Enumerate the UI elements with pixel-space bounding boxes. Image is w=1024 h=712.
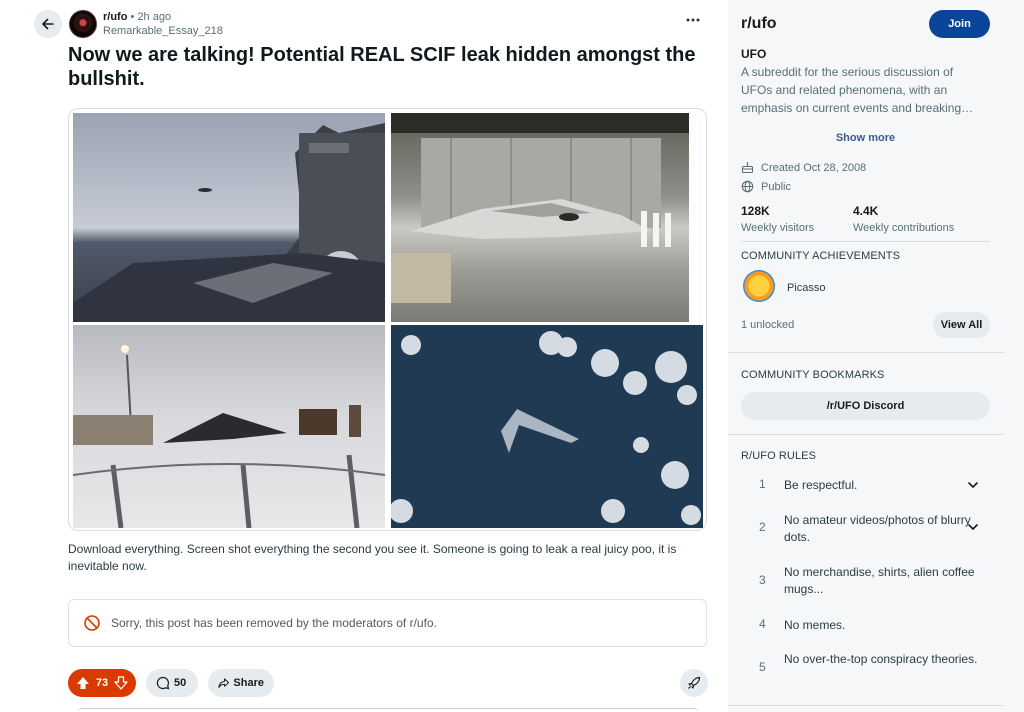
visibility-row: Public xyxy=(741,180,791,193)
post-meta: r/ufo • 2h ago xyxy=(103,11,171,23)
author-link[interactable]: Remarkable_Essay_218 xyxy=(103,25,223,37)
award-button[interactable] xyxy=(680,669,708,697)
created-date: Created Oct 28, 2008 xyxy=(761,161,867,174)
rule-item[interactable]: 2 No amateur videos/photos of blurry dot… xyxy=(741,512,990,546)
rocket-award-icon xyxy=(688,676,701,689)
show-more-button[interactable]: Show more xyxy=(741,132,990,144)
share-arrow-icon xyxy=(218,678,230,688)
post-title: Now we are talking! Potential REAL SCIF … xyxy=(68,44,696,90)
weekly-contributions-label: Weekly contributions xyxy=(853,222,955,234)
gallery-edge-strip xyxy=(689,113,703,322)
ban-icon xyxy=(84,615,100,631)
meta-separator: • xyxy=(130,11,135,23)
rule-item[interactable]: 1 Be respectful. xyxy=(741,477,990,495)
comment-box-edge xyxy=(78,708,698,712)
removed-notice-text: Sorry, this post has been removed by the… xyxy=(111,616,437,630)
rule-text: No over-the-top conspiracy theories. xyxy=(784,652,978,666)
unlocked-count: 1 unlocked xyxy=(741,319,795,331)
upvote-arrow-icon[interactable] xyxy=(76,676,90,690)
rule-number: 4 xyxy=(759,617,766,631)
post-time: 2h ago xyxy=(137,11,172,23)
gallery-image-carrier[interactable] xyxy=(73,113,385,322)
gallery-image-flightdeck[interactable] xyxy=(73,325,385,528)
downvote-arrow-icon[interactable] xyxy=(114,676,128,690)
sidebar-subreddit-name[interactable]: r/ufo xyxy=(741,15,777,33)
post-body: Download everything. Screen shot everyth… xyxy=(68,542,677,573)
chevron-down-icon[interactable] xyxy=(967,479,979,491)
weekly-visitors-label: Weekly visitors xyxy=(741,222,815,234)
gallery-image-ocean[interactable] xyxy=(391,325,703,528)
rule-text: No memes. xyxy=(784,618,846,632)
sidebar-divider xyxy=(741,241,990,242)
subreddit-avatar[interactable] xyxy=(69,10,97,38)
sidebar-divider xyxy=(728,705,1004,706)
rule-item[interactable]: 4 No memes. xyxy=(741,617,990,635)
vote-count: 73 xyxy=(95,677,109,689)
chevron-down-icon[interactable] xyxy=(967,521,979,533)
community-description: A subreddit for the serious discussion o… xyxy=(741,65,974,115)
created-date-row: Created Oct 28, 2008 xyxy=(741,161,866,174)
achievements-heading: COMMUNITY ACHIEVEMENTS xyxy=(741,250,901,262)
comment-bubble-icon xyxy=(156,676,170,690)
vote-button-group: 73 xyxy=(68,669,136,697)
share-label: Share xyxy=(233,677,264,689)
bookmarks-heading: COMMUNITY BOOKMARKS xyxy=(741,369,885,381)
weekly-contributions-value: 4.4K xyxy=(853,204,879,218)
rule-item[interactable]: 5 No over-the-top conspiracy theories. xyxy=(741,651,990,685)
comment-count: 50 xyxy=(174,677,187,689)
sidebar-divider xyxy=(728,352,1004,353)
rule-number: 5 xyxy=(759,660,766,674)
gallery-image-hangar[interactable] xyxy=(391,113,689,322)
rule-text: Be respectful. xyxy=(784,478,858,492)
back-button[interactable] xyxy=(34,10,62,38)
globe-icon xyxy=(741,180,754,193)
visibility: Public xyxy=(761,180,791,193)
arrow-left-icon xyxy=(42,18,54,30)
rule-number: 1 xyxy=(759,477,766,491)
community-title: UFO xyxy=(741,47,767,61)
image-gallery[interactable] xyxy=(68,108,707,531)
post-column: r/ufo • 2h ago Remarkable_Essay_218 Now … xyxy=(0,0,728,712)
share-button[interactable]: Share xyxy=(208,669,274,697)
discord-bookmark-button[interactable]: /r/UFO Discord xyxy=(741,392,990,420)
subreddit-link[interactable]: r/ufo xyxy=(103,11,127,23)
rule-item[interactable]: 3 No merchandise, shirts, alien coffee m… xyxy=(741,564,990,598)
achievement-badge[interactable] xyxy=(743,270,775,302)
more-options-button[interactable] xyxy=(680,12,706,32)
sidebar-divider xyxy=(728,434,1004,435)
achievement-name: Picasso xyxy=(787,282,826,294)
cake-icon xyxy=(741,162,754,174)
removed-notice: Sorry, this post has been removed by the… xyxy=(68,599,707,647)
ellipsis-icon xyxy=(686,18,700,22)
view-all-button[interactable]: View All xyxy=(933,312,990,338)
weekly-visitors-value: 128K xyxy=(741,204,770,218)
comments-button[interactable]: 50 xyxy=(146,669,198,697)
rules-heading: R/UFO RULES xyxy=(741,450,817,462)
rule-text: No merchandise, shirts, alien coffee mug… xyxy=(784,565,975,596)
rule-number: 3 xyxy=(759,573,766,587)
rule-text: No amateur videos/photos of blurry dots. xyxy=(784,513,971,544)
rule-number: 2 xyxy=(759,520,766,534)
join-button[interactable]: Join xyxy=(929,10,990,38)
